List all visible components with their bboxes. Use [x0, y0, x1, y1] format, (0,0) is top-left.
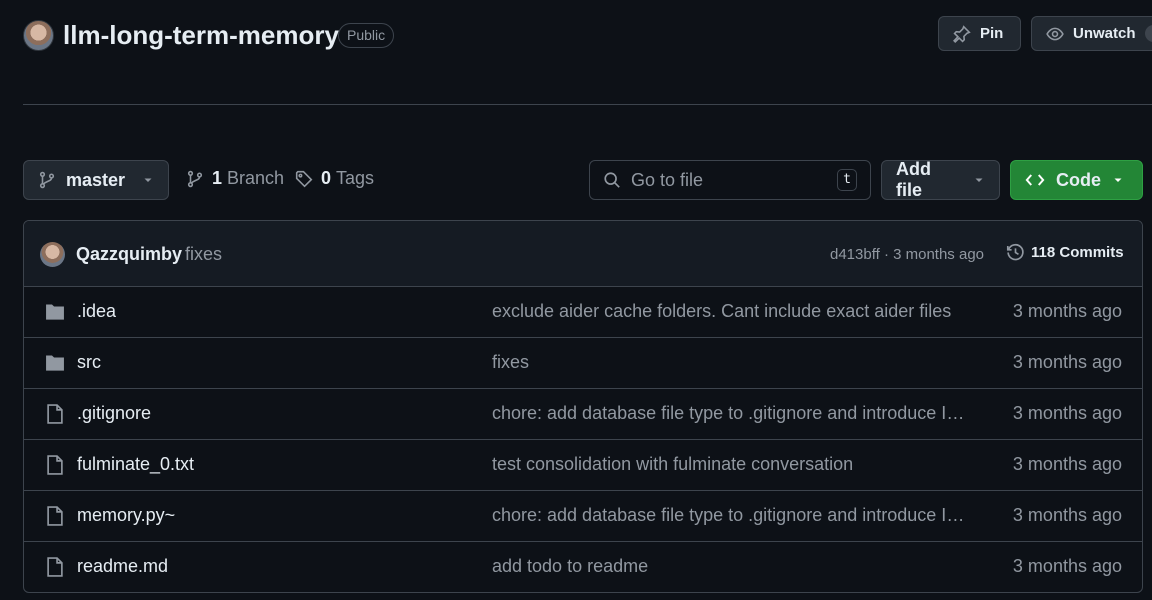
- commit-history-link[interactable]: 118 Commits: [1006, 243, 1124, 262]
- add-file-button[interactable]: Add file: [881, 159, 1000, 200]
- pin-label: Pin: [980, 25, 1004, 42]
- branch-count: 1: [212, 168, 223, 188]
- caret-down-icon: [1112, 174, 1124, 186]
- file-icon: [44, 454, 66, 476]
- file-icon: [44, 556, 66, 578]
- file-table: Qazzquimby fixes d413bff · 3 months ago …: [23, 220, 1143, 593]
- file-commit-date: 3 months ago: [1012, 556, 1122, 576]
- commit-author[interactable]: Qazzquimby: [76, 244, 182, 265]
- commit-author-avatar[interactable]: [40, 242, 65, 267]
- owner-avatar[interactable]: [23, 20, 54, 51]
- file-commit-date: 3 months ago: [1012, 403, 1122, 423]
- folder-icon: [44, 352, 66, 374]
- file-commit-date: 3 months ago: [1012, 454, 1122, 474]
- code-button[interactable]: Code: [1010, 160, 1143, 200]
- history-icon: [1006, 243, 1025, 262]
- file-icon: [44, 403, 66, 425]
- eye-icon: [1046, 25, 1064, 43]
- file-name-link[interactable]: readme.md: [77, 556, 168, 577]
- tags-link[interactable]: 0 Tags: [295, 168, 374, 189]
- file-row[interactable]: .idea exclude aider cache folders. Cant i…: [24, 287, 1142, 338]
- commit-hash-time[interactable]: d413bff · 3 months ago: [830, 246, 984, 263]
- search-icon: [603, 171, 621, 189]
- file-commit-message[interactable]: test consolidation with fulminate conver…: [492, 454, 974, 475]
- file-commit-message[interactable]: add todo to readme: [492, 556, 974, 577]
- watch-label: Unwatch: [1073, 25, 1136, 42]
- header-divider: [23, 104, 1152, 105]
- file-icon: [44, 505, 66, 527]
- watch-button[interactable]: Unwatch 1: [1031, 16, 1152, 51]
- git-branch-icon: [186, 170, 204, 188]
- file-row[interactable]: fulminate_0.txt test consolidation with f…: [24, 440, 1142, 491]
- latest-commit-bar: Qazzquimby fixes d413bff · 3 months ago …: [24, 221, 1142, 287]
- branch-selector[interactable]: master: [23, 160, 169, 200]
- tag-count-label: Tags: [336, 168, 375, 188]
- file-commit-date: 3 months ago: [1012, 352, 1122, 372]
- file-commit-date: 3 months ago: [1012, 301, 1122, 321]
- file-name-link[interactable]: memory.py~: [77, 505, 175, 526]
- go-to-file-search[interactable]: Go to file t: [589, 160, 871, 200]
- file-name-link[interactable]: .gitignore: [77, 403, 151, 424]
- branch-name: master: [66, 169, 126, 190]
- commit-count-label: 118 Commits: [1031, 244, 1124, 261]
- pin-button[interactable]: Pin: [938, 16, 1021, 51]
- caret-down-icon: [142, 174, 154, 186]
- commit-message[interactable]: fixes: [185, 244, 222, 265]
- branches-link[interactable]: 1 Branch: [186, 168, 284, 189]
- file-commit-message[interactable]: fixes: [492, 352, 974, 373]
- file-row[interactable]: src fixes 3 months ago: [24, 338, 1142, 389]
- tag-icon: [295, 170, 313, 188]
- caret-down-icon: [973, 174, 985, 186]
- file-row[interactable]: .gitignore chore: add database file type …: [24, 389, 1142, 440]
- add-file-label: Add file: [896, 159, 931, 200]
- file-name-link[interactable]: .idea: [77, 301, 116, 322]
- tag-count: 0: [321, 168, 332, 188]
- file-row[interactable]: memory.py~ chore: add database file type …: [24, 491, 1142, 542]
- git-branch-icon: [38, 171, 56, 189]
- branch-count-label: Branch: [227, 168, 285, 188]
- visibility-badge: Public: [338, 23, 395, 48]
- search-placeholder: Go to file: [631, 169, 704, 190]
- code-label: Code: [1056, 169, 1101, 190]
- watch-count: 1: [1144, 25, 1152, 42]
- search-shortcut-key: t: [837, 169, 857, 191]
- repo-title[interactable]: llm-long-term-memory: [63, 18, 339, 52]
- code-icon: [1025, 170, 1045, 190]
- file-commit-message[interactable]: chore: add database file type to .gitign…: [492, 505, 974, 526]
- file-name-link[interactable]: fulminate_0.txt: [77, 454, 194, 475]
- file-commit-message[interactable]: chore: add database file type to .gitign…: [492, 403, 974, 424]
- pin-icon: [953, 24, 971, 43]
- file-name-link[interactable]: src: [77, 352, 101, 373]
- file-row[interactable]: readme.md add todo to readme 3 months ago: [24, 542, 1142, 592]
- file-commit-date: 3 months ago: [1012, 505, 1122, 525]
- folder-icon: [44, 301, 66, 323]
- file-commit-message[interactable]: exclude aider cache folders. Cant includ…: [492, 301, 974, 322]
